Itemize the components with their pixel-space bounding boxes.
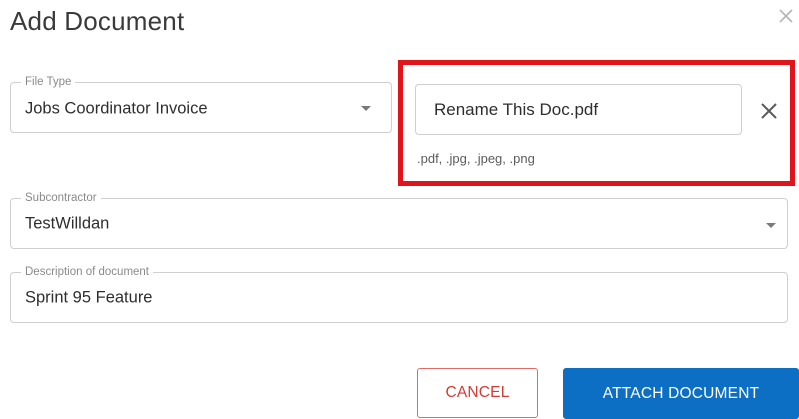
chevron-down-icon[interactable] (361, 106, 371, 111)
close-icon[interactable] (776, 6, 796, 28)
description-input[interactable]: Description of document Sprint 95 Featur… (10, 265, 788, 323)
close-icon[interactable] (758, 100, 780, 122)
subcontractor-label: Subcontractor (21, 191, 101, 205)
add-document-dialog: Add Document File Type Jobs Coordinator … (0, 0, 799, 419)
subcontractor-select[interactable]: Subcontractor TestWilldan (10, 191, 788, 249)
accepted-file-types-hint: .pdf, .jpg, .jpeg, .png (417, 151, 535, 166)
attach-document-button[interactable]: ATTACH DOCUMENT (563, 368, 799, 419)
subcontractor-value: TestWilldan (25, 214, 110, 232)
chevron-down-icon[interactable] (766, 223, 776, 228)
file-name-field[interactable]: Rename This Doc.pdf (415, 84, 742, 135)
file-type-select[interactable]: File Type Jobs Coordinator Invoice (10, 75, 392, 133)
description-label: Description of document (21, 265, 154, 279)
file-type-label: File Type (21, 75, 76, 89)
file-type-value: Jobs Coordinator Invoice (25, 99, 208, 118)
dialog-title: Add Document (10, 6, 185, 36)
description-value[interactable]: Sprint 95 Feature (25, 288, 153, 307)
cancel-button[interactable]: CANCEL (417, 368, 538, 418)
file-name-value: Rename This Doc.pdf (434, 99, 599, 119)
